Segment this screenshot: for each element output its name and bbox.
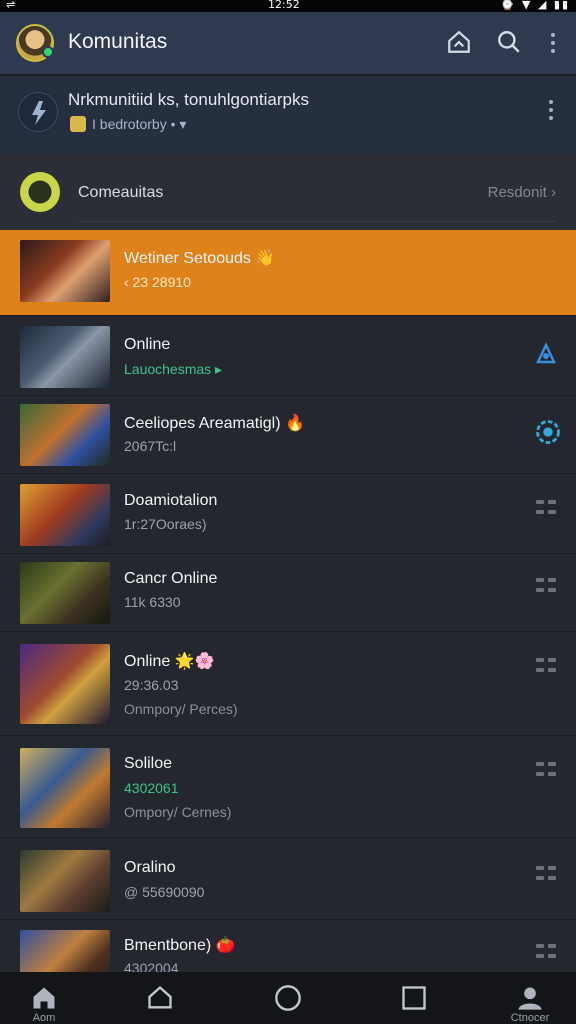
- list-item-thumbnail: [20, 850, 110, 912]
- grid-menu-icon[interactable]: [536, 578, 558, 598]
- list-item-meta: Lauochesmas ▸: [124, 361, 223, 377]
- list-item-title: Wetiner Setoouds 👋: [124, 250, 276, 267]
- online-dot: [42, 46, 54, 58]
- list-item-title: Cancr Online: [124, 570, 218, 587]
- list-item-meta: ‹ 23 28910: [124, 274, 191, 290]
- list-item-meta: @ 55690090: [124, 884, 205, 900]
- community-name: Nrkmunitiid ks, tonuhlgontiarpks: [68, 90, 309, 109]
- list-item-meta: 1r:27Ooraes): [124, 516, 207, 532]
- list-item-thumbnail: [20, 930, 110, 972]
- status-left-icon: ⇌: [6, 0, 16, 11]
- list-item[interactable]: Ceeliopes Areamatigl) 🔥 2067Tc:l: [0, 396, 576, 474]
- status-bar: ⇌ 12:52 ⌚ ▼ ◢ ▮▮: [0, 0, 576, 12]
- section-header: Comeauitas Resdonit ›: [0, 154, 576, 230]
- home-outline-icon: [148, 985, 172, 1009]
- nav-profile-label: Ctnocer: [510, 1012, 550, 1024]
- app-bar: Komunitas: [0, 12, 576, 74]
- list-item-title: Online: [124, 336, 171, 353]
- emoji-chip-icon: [70, 116, 86, 132]
- notification-bell-icon[interactable]: [534, 342, 558, 366]
- nav-recents[interactable]: [374, 972, 454, 1024]
- list-item[interactable]: Online Lauochesmas ▸: [0, 316, 576, 396]
- list-item-thumbnail: [20, 240, 110, 302]
- list-item-title: Doamiotalion: [124, 492, 218, 509]
- status-icons: ⌚ ▼ ◢ ▮▮: [500, 0, 570, 11]
- more-options-icon[interactable]: [550, 33, 556, 57]
- grid-menu-icon[interactable]: [536, 762, 558, 782]
- search-icon[interactable]: [496, 29, 524, 57]
- section-see-all-link[interactable]: Resdonit ›: [488, 184, 556, 201]
- list-item-subtext: Ompory/ Cernes): [124, 804, 232, 820]
- community-subtitle-text: I bedrotorby • ▾: [92, 116, 187, 132]
- list-item-meta: 2067Tc:l: [124, 438, 177, 454]
- nav-profile[interactable]: Ctnocer: [490, 972, 570, 1024]
- section-label: Comeauitas: [78, 184, 164, 201]
- list-item-thumbnail: [20, 484, 110, 546]
- circle-icon: [275, 985, 301, 1011]
- list-item-thumbnail: [20, 562, 110, 624]
- list-item-thumbnail: [20, 748, 110, 828]
- list-item-subtext: Onmpory/ Perces): [124, 701, 238, 717]
- person-icon: [518, 987, 542, 1010]
- bottom-navigation: Aom Ctnocer: [0, 972, 576, 1024]
- nav-activity[interactable]: [120, 972, 200, 1024]
- list-item-title: Ceeliopes Areamatigl) 🔥: [124, 415, 305, 432]
- list-item[interactable]: Doamiotalion 1r:27Ooraes): [0, 474, 576, 554]
- grid-menu-icon[interactable]: [536, 658, 558, 678]
- nav-home[interactable]: Aom: [4, 972, 84, 1024]
- list-item[interactable]: Oralino @ 55690090: [0, 838, 576, 920]
- list-item-title: Bmentbone) 🍅: [124, 937, 236, 954]
- page-title: Komunitas: [68, 30, 168, 53]
- list-item-title: Oralino: [124, 859, 176, 876]
- community-logo-icon: [18, 92, 58, 132]
- list-item-thumbnail: [20, 644, 110, 724]
- list-item-title: Soliloe: [124, 755, 173, 772]
- home-icon: [33, 987, 55, 1009]
- list-item[interactable]: Bmentbone) 🍅 4302004: [0, 920, 576, 972]
- grid-menu-icon[interactable]: [536, 866, 558, 886]
- nav-home-button[interactable]: [248, 972, 328, 1024]
- list-item-meta: 4302061: [124, 780, 179, 796]
- community-header[interactable]: Nrkmunitiid ks, tonuhlgontiarpks I bedro…: [0, 76, 576, 154]
- list-item-meta: 11k 6330: [124, 594, 181, 610]
- list-item[interactable]: Soliloe 4302061 Ompory/ Cernes): [0, 736, 576, 838]
- community-subtitle[interactable]: I bedrotorby • ▾: [70, 116, 186, 133]
- section-avatar-icon: [20, 172, 60, 212]
- list-item[interactable]: Cancr Online 11k 6330: [0, 554, 576, 632]
- nav-home-label: Aom: [32, 1012, 56, 1024]
- list-item[interactable]: Online 🌟🌸 29:36.03 Onmpory/ Perces): [0, 632, 576, 736]
- status-time: 12:52: [268, 0, 300, 11]
- list-item-title: Online 🌟🌸: [124, 653, 215, 670]
- list-item[interactable]: Wetiner Setoouds 👋 ‹ 23 28910: [0, 230, 576, 316]
- community-more-icon[interactable]: [548, 100, 554, 124]
- divider: [78, 221, 556, 222]
- list-item-thumbnail: [20, 404, 110, 466]
- grid-menu-icon[interactable]: [536, 944, 558, 964]
- square-icon: [402, 986, 426, 1010]
- gear-icon[interactable]: [534, 418, 560, 444]
- list-item-meta: 4302004: [124, 960, 179, 972]
- home-outline-icon[interactable]: [446, 29, 474, 57]
- grid-menu-icon[interactable]: [536, 500, 558, 520]
- list-item-thumbnail: [20, 326, 110, 388]
- list-item-meta: 29:36.03: [124, 677, 179, 693]
- avatar[interactable]: [16, 24, 54, 62]
